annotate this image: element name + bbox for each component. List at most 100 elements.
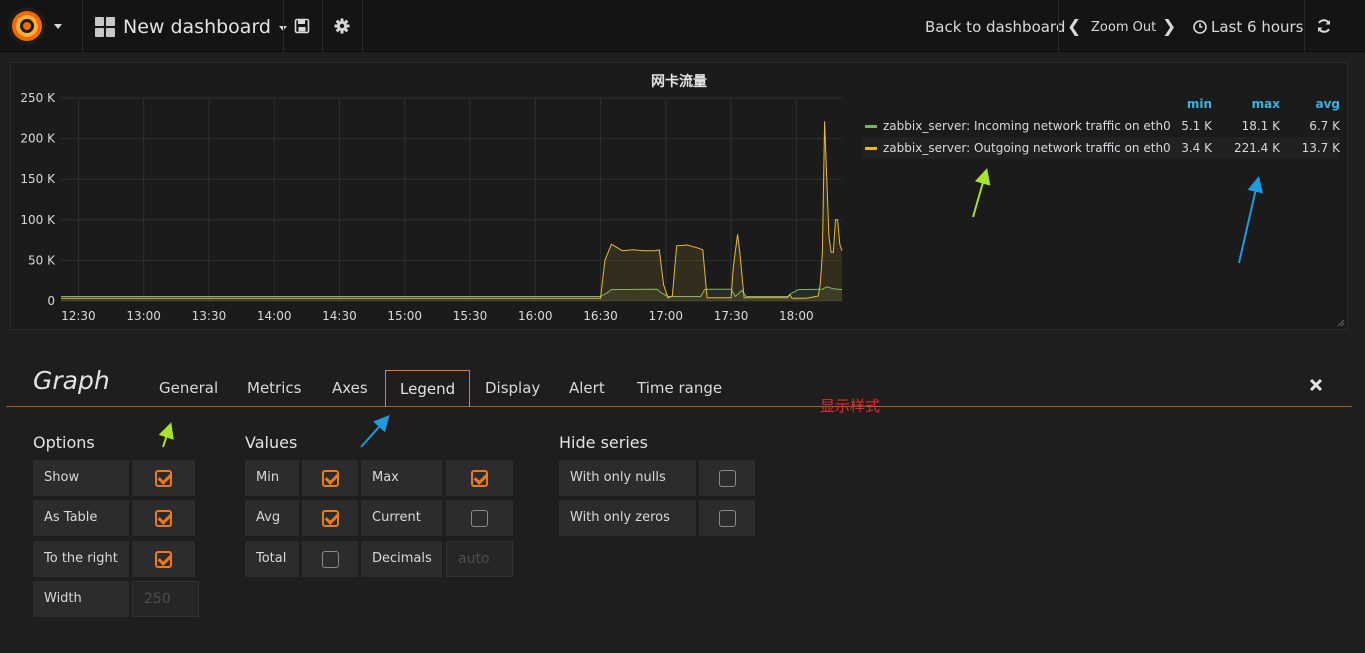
legend-min-value: 5.1 K: [1181, 119, 1212, 133]
decimals-label: Decimals: [361, 541, 442, 577]
chevron-right-icon: ❯: [1162, 17, 1177, 37]
x-tick-label: 16:00: [518, 309, 553, 323]
y-tick-label: 150 K: [20, 172, 56, 186]
series-color-swatch[interactable]: [865, 147, 877, 150]
time-shift-forward-button[interactable]: ❯: [1162, 14, 1176, 40]
y-tick-label: 100 K: [20, 213, 56, 227]
options-heading: Options: [33, 433, 95, 452]
chevron-down-icon: [54, 23, 62, 29]
back-to-dashboard-button[interactable]: Back to dashboard: [925, 14, 1065, 40]
divider: [1058, 0, 1059, 52]
dashboard-title: New dashboard: [123, 16, 271, 38]
only-zeros-label: With only zeros: [559, 500, 696, 536]
width-input[interactable]: [132, 581, 199, 617]
close-editor-button[interactable]: [1309, 376, 1323, 397]
x-tick-label: 17:30: [714, 309, 749, 323]
checkbox-checked-icon: [155, 469, 172, 487]
divider: [362, 0, 363, 52]
total-checkbox[interactable]: [302, 541, 358, 577]
checkbox-unchecked-icon: [321, 550, 339, 568]
only-nulls-checkbox[interactable]: [699, 460, 755, 496]
legend-row-incoming: zabbix_server: Incoming network traffic …: [863, 115, 1340, 137]
x-tick-label: 13:30: [192, 309, 227, 323]
only-zeros-checkbox[interactable]: [699, 500, 755, 536]
x-tick-label: 17:00: [648, 309, 683, 323]
tab-alert[interactable]: Alert: [569, 370, 605, 407]
checkbox-unchecked-icon: [718, 509, 736, 527]
save-button[interactable]: [292, 16, 312, 36]
y-tick-label: 0: [47, 294, 55, 308]
checkbox-checked-icon: [321, 469, 339, 487]
series-color-swatch[interactable]: [865, 125, 877, 128]
current-label: Current: [361, 500, 442, 536]
legend-series-name[interactable]: zabbix_server: Outgoing network traffic …: [883, 141, 1171, 155]
time-shift-back-button[interactable]: ❮: [1067, 14, 1081, 40]
checkbox-checked-icon: [321, 509, 339, 527]
zoom-out-label: Zoom Out: [1091, 19, 1157, 35]
tab-general[interactable]: General: [159, 370, 218, 407]
checkbox-unchecked-icon: [471, 509, 488, 527]
grafana-menu-button[interactable]: [8, 4, 76, 48]
hide-series-heading: Hide series: [559, 433, 648, 452]
min-label: Min: [245, 460, 299, 496]
as-table-checkbox[interactable]: [132, 500, 195, 536]
width-label: Width: [33, 581, 129, 617]
min-checkbox[interactable]: [302, 460, 358, 496]
legend-series-name[interactable]: zabbix_server: Incoming network traffic …: [883, 119, 1171, 133]
legend-avg-value: 6.7 K: [1309, 119, 1340, 133]
refresh-icon: [1318, 19, 1330, 33]
x-tick-label: 18:00: [779, 309, 814, 323]
zoom-out-button[interactable]: Zoom Out: [1091, 14, 1156, 40]
x-tick-label: 14:30: [322, 309, 357, 323]
divider: [283, 0, 284, 52]
refresh-button[interactable]: [1314, 16, 1334, 36]
close-icon: [1309, 378, 1323, 392]
legend-header-avg[interactable]: avg: [1293, 97, 1340, 111]
tab-time-range[interactable]: Time range: [637, 370, 722, 407]
x-tick-label: 12:30: [61, 309, 96, 323]
dashboard-title-dropdown[interactable]: New dashboard: [95, 13, 287, 41]
settings-button[interactable]: [332, 16, 352, 36]
to-the-right-checkbox[interactable]: [132, 541, 195, 577]
tab-metrics[interactable]: Metrics: [247, 370, 301, 407]
time-range-label: Last 6 hours: [1211, 18, 1304, 36]
decimals-input[interactable]: [446, 541, 513, 577]
show-label: Show: [33, 460, 129, 496]
x-tick-label: 14:00: [257, 309, 292, 323]
as-table-label: As Table: [33, 500, 129, 536]
max-label: Max: [361, 460, 442, 496]
tab-display[interactable]: Display: [485, 370, 540, 407]
outgoing-series-line: [61, 121, 843, 299]
legend-max-value: 18.1 K: [1241, 119, 1280, 133]
divider: [1304, 0, 1305, 52]
panel-resize-handle[interactable]: [1337, 319, 1345, 327]
legend-header-max[interactable]: max: [1229, 97, 1280, 111]
editor-title: Graph: [33, 366, 110, 395]
y-tick-label: 200 K: [20, 132, 56, 146]
chevron-left-icon: ❮: [1067, 17, 1082, 37]
graph-panel: 网卡流量 0 50 K 100 K 150 K 200 K 250 K 12:30 13:00…: [10, 62, 1348, 330]
show-checkbox[interactable]: [132, 460, 195, 496]
divider: [82, 0, 83, 52]
avg-checkbox[interactable]: [302, 500, 358, 536]
values-heading: Values: [245, 433, 298, 452]
tab-axes[interactable]: Axes: [332, 370, 368, 407]
x-tick-label: 15:00: [387, 309, 422, 323]
top-navbar: New dashboard Back to dashboard ❮ Zoom O…: [0, 0, 1365, 52]
line-chart: 0 50 K 100 K 150 K 200 K 250 K 12:30 13:00 13:30…: [20, 91, 843, 323]
checkbox-checked-icon: [155, 509, 172, 527]
divider: [322, 0, 323, 52]
legend-header-min[interactable]: min: [1165, 97, 1212, 111]
tab-legend[interactable]: Legend: [385, 370, 471, 407]
avg-label: Avg: [245, 500, 299, 536]
grafana-logo-icon: [8, 7, 46, 45]
current-checkbox[interactable]: [446, 500, 513, 536]
max-checkbox[interactable]: [446, 460, 513, 496]
save-icon: [294, 18, 310, 34]
dashboard-grid-icon: [95, 17, 115, 37]
checkbox-checked-icon: [471, 469, 488, 487]
legend-max-value: 221.4 K: [1233, 141, 1280, 155]
time-range-picker[interactable]: Last 6 hours: [1193, 14, 1304, 40]
gear-icon: [334, 18, 350, 34]
green-arrow-options: [158, 422, 174, 448]
